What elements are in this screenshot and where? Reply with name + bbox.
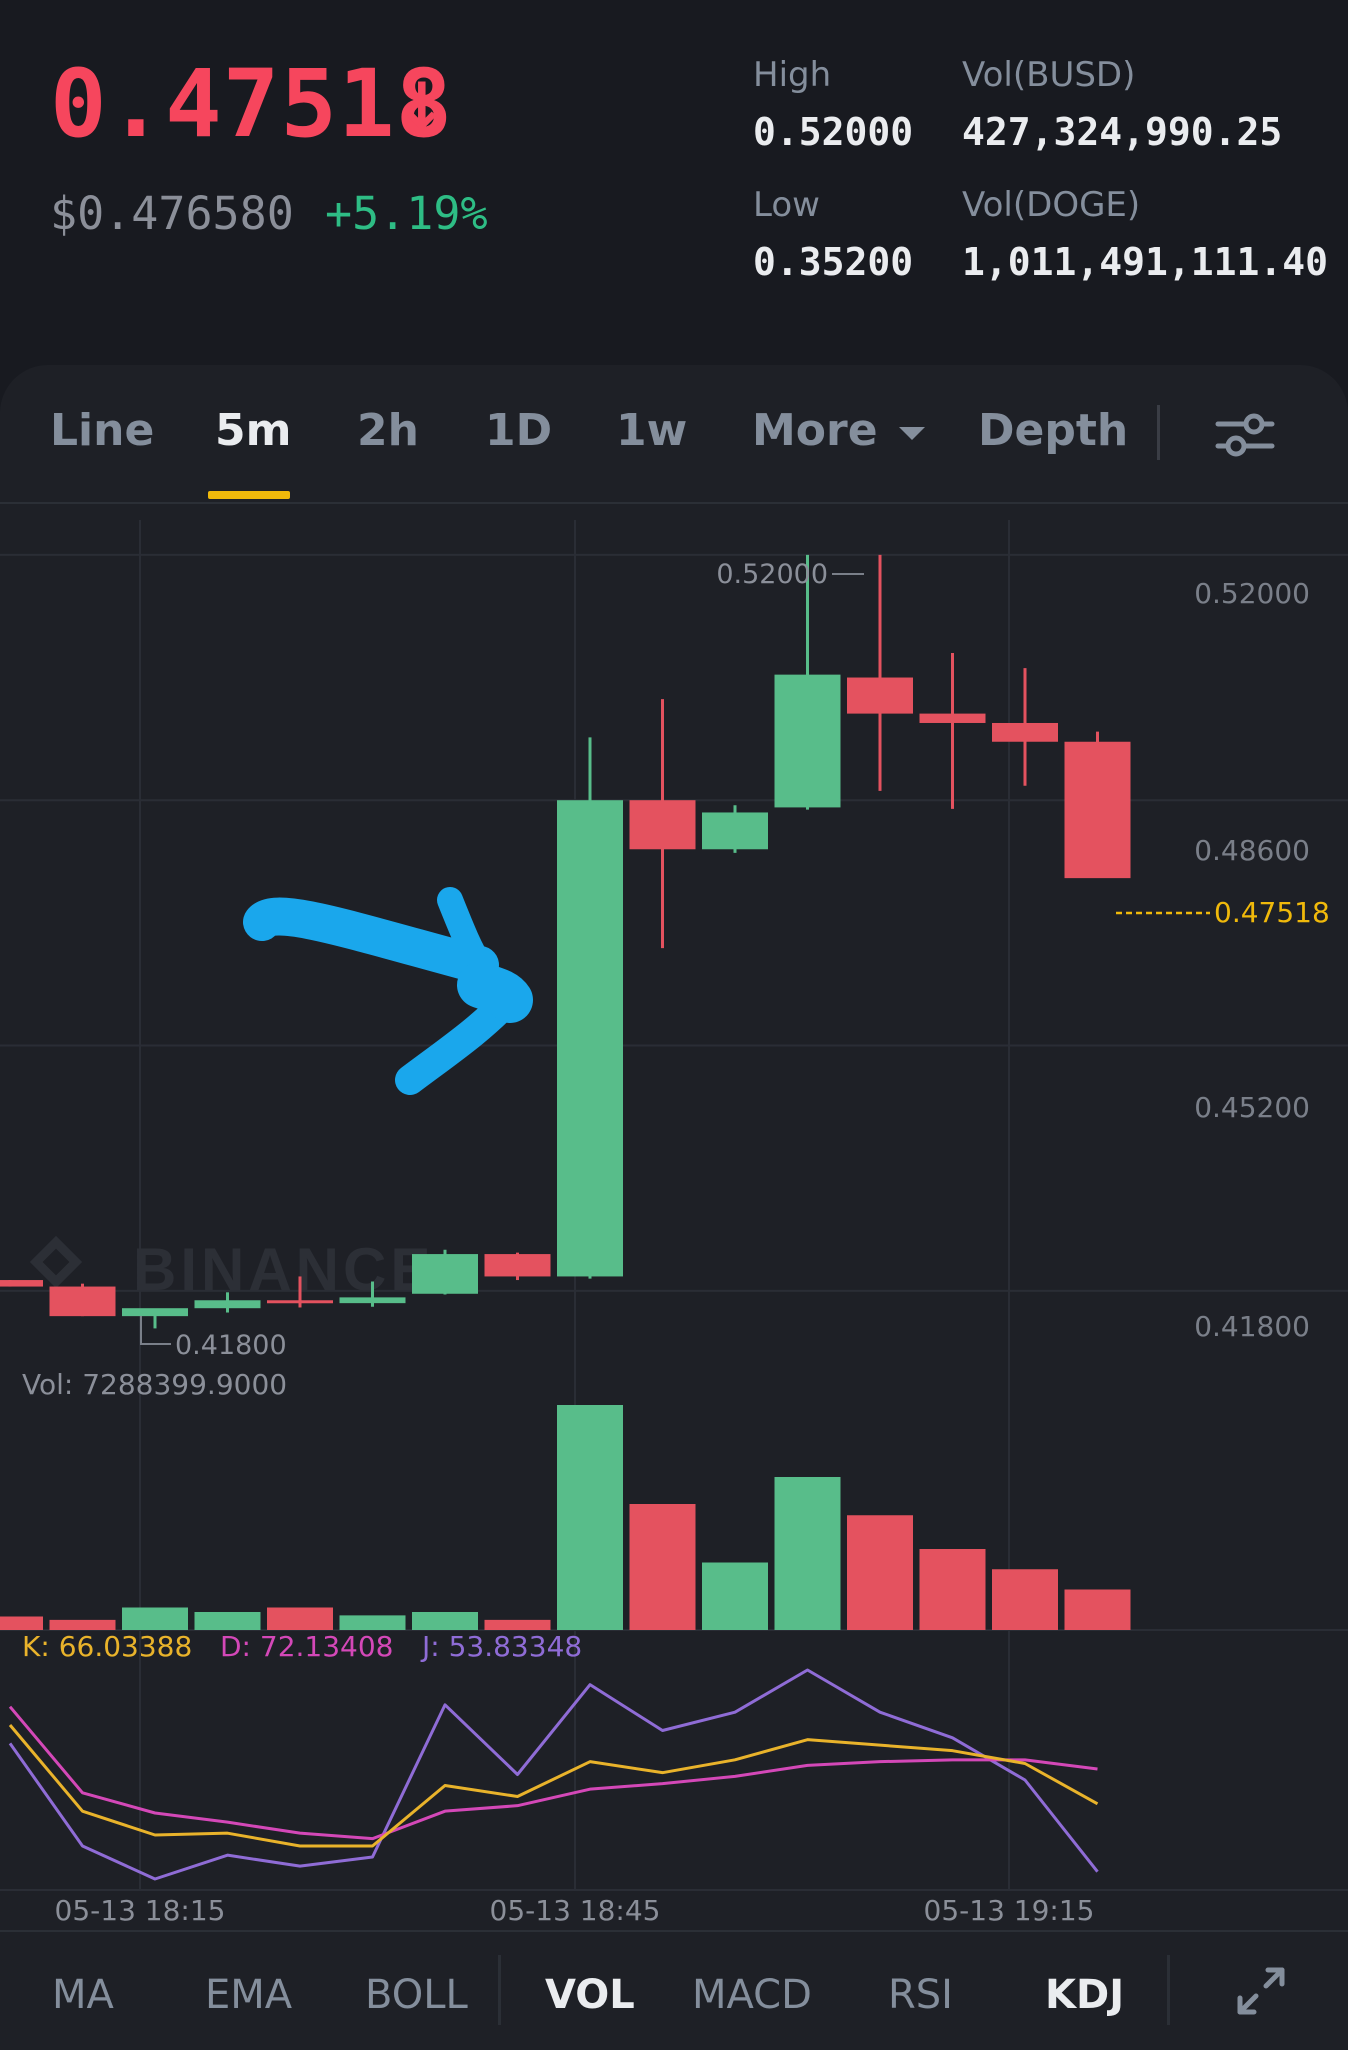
tab-1w[interactable]: 1w xyxy=(616,405,687,456)
low-label: Low xyxy=(753,185,820,225)
indicator-vol[interactable]: VOL xyxy=(545,1972,635,2018)
kdj-k-line xyxy=(8,1724,1099,1848)
fiat-price: $0.476580 xyxy=(50,187,294,240)
kdj-j-line xyxy=(8,1668,1099,1881)
tabs-divider xyxy=(0,502,1348,504)
volume-label: Vol: 7288399.9000 xyxy=(22,1368,287,1401)
expand-icon xyxy=(1237,1967,1285,2015)
active-tab-indicator xyxy=(208,491,290,499)
candle-body xyxy=(484,1254,551,1277)
indicator-macd[interactable]: MACD xyxy=(692,1972,812,2018)
candle-body xyxy=(992,722,1058,742)
candle-body xyxy=(122,1308,188,1317)
tab-depth[interactable]: Depth xyxy=(978,405,1128,456)
kdj-d-label: D: 72.13408 xyxy=(220,1630,394,1663)
indicator-bar xyxy=(0,1930,1348,2050)
candle-body xyxy=(557,800,623,1277)
volume-bar xyxy=(629,1504,696,1630)
volume-bar xyxy=(339,1615,406,1630)
chart-watermark: BINANCE xyxy=(133,1236,434,1303)
volume-bar xyxy=(122,1607,188,1630)
vol-busd-value: 427,324,990.25 xyxy=(962,110,1283,154)
tab-line[interactable]: Line xyxy=(50,405,154,456)
volume-bar xyxy=(484,1619,551,1630)
max-price-label: 0.52000 xyxy=(716,559,828,590)
caret-down-icon xyxy=(898,427,925,440)
y-tick-label: 0.45200 xyxy=(1194,1091,1310,1124)
kdj-j-label: J: 53.83348 xyxy=(420,1630,582,1663)
y-tick-label: 0.41800 xyxy=(1194,1310,1310,1343)
volume-bar xyxy=(412,1612,478,1630)
last-price: 0.47518 xyxy=(50,50,454,159)
candle-body xyxy=(847,677,913,714)
indicator-divider xyxy=(498,1955,501,2025)
vol-busd-label: Vol(BUSD) xyxy=(962,55,1136,95)
candle-body xyxy=(412,1254,478,1294)
volume-bar xyxy=(267,1607,333,1630)
fullscreen-button[interactable] xyxy=(1232,1962,1290,2020)
current-price-label: 0.47518 xyxy=(1214,896,1330,929)
y-tick-label: 0.52000 xyxy=(1194,577,1310,610)
volume-bar xyxy=(774,1477,841,1630)
x-tick-label: 05-13 19:15 xyxy=(924,1894,1095,1927)
x-tick-label: 05-13 18:45 xyxy=(490,1894,661,1927)
binance-logo-icon xyxy=(29,1235,83,1289)
kdj-d-line xyxy=(8,1705,1098,1841)
vol-doge-value: 1,011,491,111.40 xyxy=(962,240,1329,284)
annotation-arrow-icon xyxy=(243,887,533,1095)
volume-bar xyxy=(992,1569,1058,1630)
low-value: 0.35200 xyxy=(753,240,914,284)
tab-divider xyxy=(1157,405,1160,460)
x-tick-label: 05-13 18:15 xyxy=(55,1894,226,1927)
volume-bar xyxy=(702,1562,768,1630)
candle-body xyxy=(0,1280,43,1287)
candle-body xyxy=(919,713,986,723)
price-down-arrow-icon: ↓ xyxy=(395,70,449,144)
indicator-rsi[interactable]: RSI xyxy=(888,1972,953,2018)
candle-body xyxy=(1064,741,1131,879)
kdj-k-label: K: 66.03388 xyxy=(22,1630,192,1663)
vol-doge-label: Vol(DOGE) xyxy=(962,185,1141,225)
candle-body xyxy=(774,674,841,808)
high-value: 0.52000 xyxy=(753,110,914,154)
candles-group xyxy=(0,554,1131,1329)
candle-body xyxy=(629,800,696,850)
high-label: High xyxy=(753,55,832,95)
tab-1d[interactable]: 1D xyxy=(485,405,552,456)
volume-bar xyxy=(0,1616,43,1630)
tab-more[interactable]: More xyxy=(752,405,927,456)
volume-bar xyxy=(49,1619,116,1630)
candle-body xyxy=(267,1300,333,1304)
volume-bar xyxy=(1064,1589,1131,1630)
candle-body xyxy=(702,812,768,850)
indicator-kdj[interactable]: KDJ xyxy=(1045,1972,1124,2018)
chart-grid xyxy=(0,520,1348,1891)
candle-body xyxy=(339,1297,406,1304)
tab-more-label: More xyxy=(752,405,878,456)
chart-settings-button[interactable] xyxy=(1210,400,1280,470)
indicator-ema[interactable]: EMA xyxy=(205,1972,292,2018)
volume-bar xyxy=(847,1515,913,1630)
volume-bar xyxy=(557,1405,623,1630)
change-percent: +5.19% xyxy=(325,187,488,240)
candlestick-chart[interactable]: BINANCE 0.52000 0.48600 0.45200 0.41800 … xyxy=(0,505,1348,1930)
volume-bar xyxy=(919,1549,986,1630)
indicator-boll[interactable]: BOLL xyxy=(365,1972,468,2018)
tab-5m[interactable]: 5m xyxy=(215,405,291,456)
volume-bars-group xyxy=(0,1405,1131,1630)
kdj-lines-group xyxy=(8,1668,1099,1881)
sliders-icon xyxy=(1215,413,1275,457)
candle-body xyxy=(194,1300,261,1309)
min-price-label: 0.41800 xyxy=(175,1330,287,1361)
y-tick-label: 0.48600 xyxy=(1194,834,1310,867)
candle-body xyxy=(49,1286,116,1317)
indicator-divider xyxy=(1167,1955,1170,2025)
volume-bar xyxy=(194,1612,261,1630)
indicator-ma[interactable]: MA xyxy=(52,1972,114,2018)
tab-2h[interactable]: 2h xyxy=(357,405,419,456)
